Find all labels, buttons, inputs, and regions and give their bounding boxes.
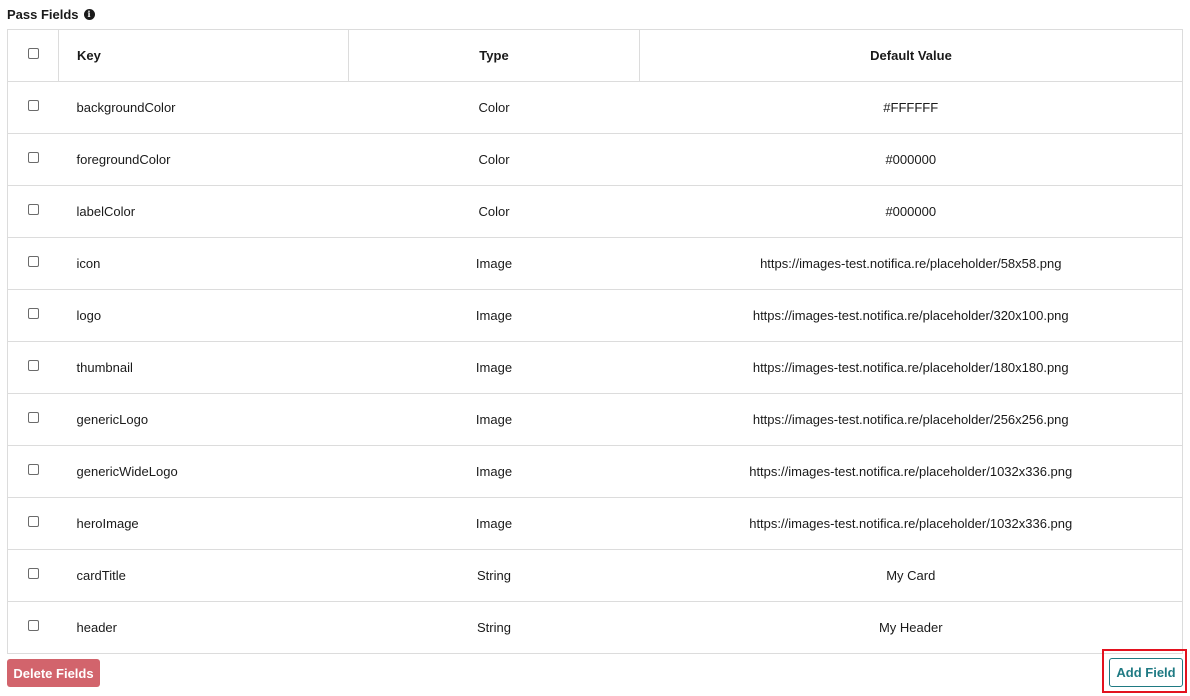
- pass-fields-table-wrapper: Key Type Default Value backgroundColor C…: [7, 29, 1183, 654]
- row-select-cell: [7, 81, 59, 134]
- select-all-checkbox[interactable]: [27, 48, 39, 60]
- table-row: icon Image https://images-test.notifica.…: [7, 237, 1183, 290]
- row-type: Color: [348, 81, 640, 134]
- row-checkbox[interactable]: [27, 204, 39, 216]
- row-key: logo: [58, 289, 349, 342]
- table-row: heroImage Image https://images-test.noti…: [7, 497, 1183, 550]
- row-default-value: https://images-test.notifica.re/placehol…: [639, 289, 1183, 342]
- row-select-cell: [7, 341, 59, 394]
- table-header-row: Key Type Default Value: [7, 29, 1183, 82]
- section-header: Pass Fields i: [7, 5, 95, 23]
- header-default-value: Default Value: [639, 29, 1183, 82]
- row-default-value: My Header: [639, 601, 1183, 654]
- table-row: genericLogo Image https://images-test.no…: [7, 393, 1183, 446]
- row-key: thumbnail: [58, 341, 349, 394]
- row-default-value: https://images-test.notifica.re/placehol…: [639, 341, 1183, 394]
- row-checkbox[interactable]: [27, 568, 39, 580]
- row-checkbox[interactable]: [27, 516, 39, 528]
- delete-fields-button[interactable]: Delete Fields: [7, 659, 100, 687]
- row-select-cell: [7, 445, 59, 498]
- row-checkbox[interactable]: [27, 412, 39, 424]
- row-select-cell: [7, 601, 59, 654]
- row-type: String: [348, 549, 640, 602]
- table-row: thumbnail Image https://images-test.noti…: [7, 341, 1183, 394]
- header-key: Key: [58, 29, 349, 82]
- row-checkbox[interactable]: [27, 100, 39, 112]
- row-select-cell: [7, 289, 59, 342]
- row-key: header: [58, 601, 349, 654]
- header-select-all-cell: [7, 29, 59, 82]
- row-default-value: #FFFFFF: [639, 81, 1183, 134]
- row-type: Color: [348, 133, 640, 186]
- row-type: String: [348, 601, 640, 654]
- info-icon[interactable]: i: [83, 8, 95, 20]
- table-row: foregroundColor Color #000000: [7, 133, 1183, 186]
- row-default-value: https://images-test.notifica.re/placehol…: [639, 497, 1183, 550]
- table-row: cardTitle String My Card: [7, 549, 1183, 602]
- row-key: labelColor: [58, 185, 349, 238]
- row-select-cell: [7, 133, 59, 186]
- section-title: Pass Fields: [7, 6, 79, 22]
- pass-fields-table: Key Type Default Value backgroundColor C…: [7, 29, 1183, 654]
- row-type: Image: [348, 237, 640, 290]
- row-type: Image: [348, 393, 640, 446]
- row-default-value: #000000: [639, 185, 1183, 238]
- row-type: Image: [348, 289, 640, 342]
- row-type: Color: [348, 185, 640, 238]
- table-row: logo Image https://images-test.notifica.…: [7, 289, 1183, 342]
- row-default-value: https://images-test.notifica.re/placehol…: [639, 445, 1183, 498]
- row-checkbox[interactable]: [27, 152, 39, 164]
- row-checkbox[interactable]: [27, 620, 39, 632]
- row-default-value: https://images-test.notifica.re/placehol…: [639, 393, 1183, 446]
- row-select-cell: [7, 497, 59, 550]
- row-default-value: https://images-test.notifica.re/placehol…: [639, 237, 1183, 290]
- table-row: backgroundColor Color #FFFFFF: [7, 81, 1183, 134]
- row-type: Image: [348, 445, 640, 498]
- row-key: genericWideLogo: [58, 445, 349, 498]
- row-checkbox[interactable]: [27, 464, 39, 476]
- row-key: cardTitle: [58, 549, 349, 602]
- row-key: icon: [58, 237, 349, 290]
- row-type: Image: [348, 341, 640, 394]
- add-field-button[interactable]: Add Field: [1109, 658, 1183, 687]
- row-select-cell: [7, 393, 59, 446]
- table-row: labelColor Color #000000: [7, 185, 1183, 238]
- row-default-value: My Card: [639, 549, 1183, 602]
- row-select-cell: [7, 185, 59, 238]
- row-default-value: #000000: [639, 133, 1183, 186]
- row-type: Image: [348, 497, 640, 550]
- row-key: foregroundColor: [58, 133, 349, 186]
- table-row: header String My Header: [7, 601, 1183, 654]
- row-select-cell: [7, 237, 59, 290]
- table-row: genericWideLogo Image https://images-tes…: [7, 445, 1183, 498]
- row-checkbox[interactable]: [27, 256, 39, 268]
- row-select-cell: [7, 549, 59, 602]
- row-checkbox[interactable]: [27, 360, 39, 372]
- row-key: heroImage: [58, 497, 349, 550]
- header-type: Type: [348, 29, 640, 82]
- row-key: backgroundColor: [58, 81, 349, 134]
- row-checkbox[interactable]: [27, 308, 39, 320]
- row-key: genericLogo: [58, 393, 349, 446]
